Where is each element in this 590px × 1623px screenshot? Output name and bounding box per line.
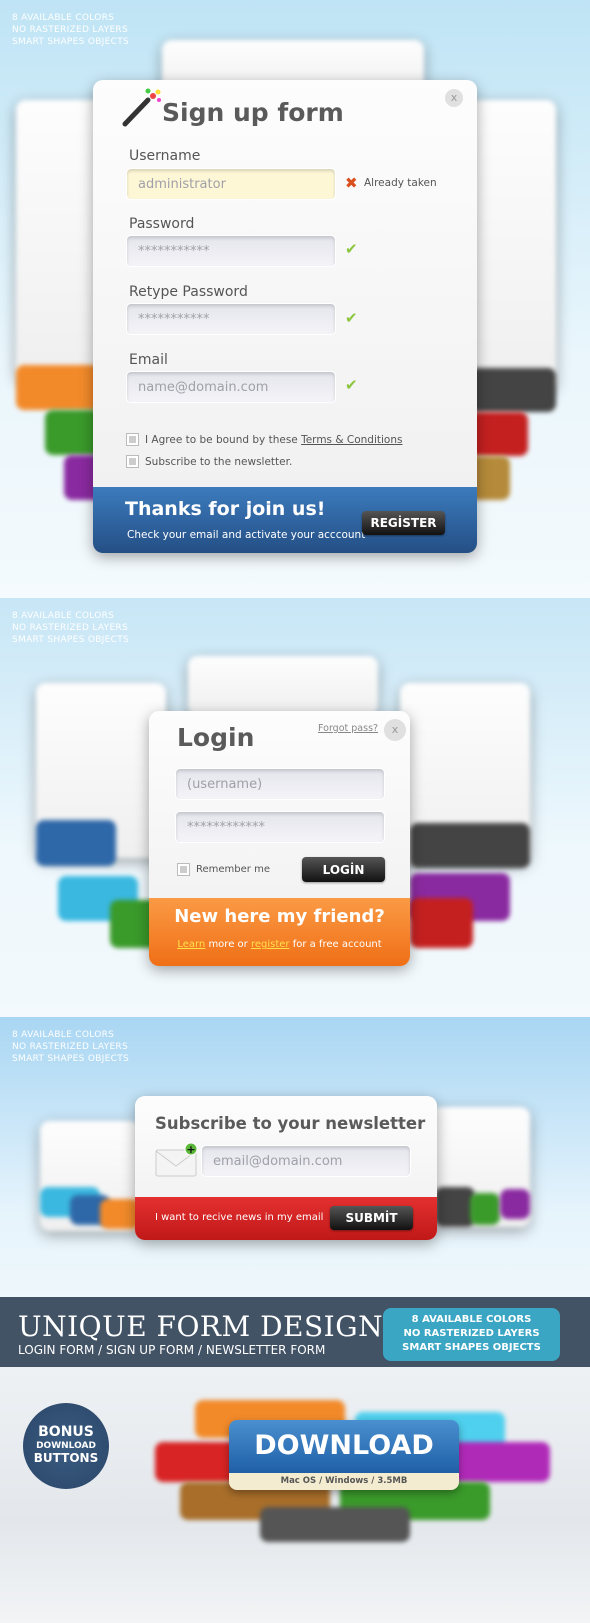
text: more or	[205, 939, 251, 950]
forgot-password-link[interactable]: Forgot pass?	[318, 723, 378, 734]
bg-card	[410, 823, 530, 868]
bonus-badge: BONUS DOWNLOAD BUTTONS	[23, 1403, 109, 1489]
banner-subtitle: LOGIN FORM / SIGN UP FORM / NEWSLETTER F…	[18, 1343, 326, 1357]
page-title: Login	[177, 723, 255, 752]
bg-card	[500, 1189, 530, 1219]
bg-card	[435, 1187, 475, 1227]
footer-text: I want to recive news in my email	[155, 1212, 324, 1223]
feature: 8 AVAILABLE COLORS	[12, 1030, 115, 1040]
agree-text: I Agree to be bound by these	[145, 434, 302, 446]
remember-label: Remember me	[196, 864, 270, 875]
footer-title: Thanks for join us!	[125, 498, 326, 520]
download-label: DOWNLOAD	[229, 1420, 459, 1473]
download-info: Mac OS / Windows / 3.5MB	[229, 1473, 459, 1490]
retype-label: Retype Password	[129, 284, 248, 300]
subscribe-checkbox[interactable]	[126, 455, 139, 468]
bg-card	[470, 368, 556, 412]
banner: UNIQUE FORM DESIGNS LOGIN FORM / SIGN UP…	[0, 1297, 590, 1367]
password-input[interactable]: ***********	[126, 235, 336, 267]
username-label: Username	[129, 148, 201, 164]
feature: 8 AVAILABLE COLORS	[411, 1314, 532, 1325]
register-button[interactable]: REGİSTER	[362, 511, 445, 535]
login-form: Login Forgot pass? x (username) ********…	[149, 711, 410, 966]
page-title: Subscribe to your newsletter	[155, 1114, 426, 1133]
footer-subtitle: Learn more or register for a free accoun…	[149, 939, 410, 950]
bonus-showcase: BONUS DOWNLOAD BUTTONS DOWNLOAD Mac OS /…	[0, 1367, 590, 1623]
feature: 8 AVAILABLE COLORS	[12, 13, 115, 23]
feature: SMART SHAPES OBJECTS	[12, 635, 130, 645]
feature: SMART SHAPES OBJECTS	[12, 1054, 130, 1064]
username-input[interactable]: (username)	[175, 768, 385, 800]
username-status: Already taken	[364, 177, 437, 189]
signup-footer: Thanks for join us! Check your email and…	[93, 487, 477, 553]
envelope-add-icon: +	[155, 1142, 198, 1177]
check-icon: ✔	[345, 309, 358, 327]
email-input[interactable]: email@domain.com	[201, 1145, 411, 1177]
login-button[interactable]: LOGİN	[302, 857, 385, 882]
login-footer: New here my friend? Learn more or regist…	[149, 898, 410, 966]
bonus-line: BONUS	[38, 1424, 94, 1440]
signup-showcase: 8 AVAILABLE COLORS NO RASTERIZED LAYERS …	[0, 0, 590, 598]
feature: NO RASTERIZED LAYERS	[12, 1042, 128, 1052]
feature-list: 8 AVAILABLE COLORS NO RASTERIZED LAYERS …	[12, 1029, 129, 1065]
register-link[interactable]: register	[251, 939, 290, 950]
agree-checkbox[interactable]	[126, 433, 139, 446]
terms-link[interactable]: Terms & Conditions	[301, 434, 402, 446]
x-mark-icon: ✖	[345, 174, 358, 192]
signup-form: Sign up form x Username administrator ✖ …	[93, 80, 477, 553]
email-input[interactable]: name@domain.com	[126, 371, 336, 403]
bg-card	[36, 820, 116, 866]
login-showcase: 8 AVAILABLE COLORS NO RASTERIZED LAYERS …	[0, 598, 590, 1017]
page-title: Sign up form	[162, 98, 344, 127]
newsletter-footer: I want to recive news in my email SUBMİT	[135, 1197, 437, 1240]
banner-title: UNIQUE FORM DESIGNS	[18, 1310, 403, 1343]
remember-checkbox[interactable]	[177, 863, 190, 876]
feature: SMART SHAPES OBJECTS	[402, 1342, 541, 1353]
magic-wand-icon	[122, 88, 161, 127]
text: for a free account	[289, 939, 382, 950]
newsletter-form: Subscribe to your newsletter + email@dom…	[135, 1096, 437, 1240]
bonus-line: BUTTONS	[33, 1451, 99, 1465]
bg-card	[470, 412, 528, 456]
feature: 8 AVAILABLE COLORS	[12, 611, 115, 621]
feature-list: 8 AVAILABLE COLORS NO RASTERIZED LAYERS …	[12, 12, 129, 48]
feature: NO RASTERIZED LAYERS	[403, 1328, 540, 1339]
bg-card	[100, 1199, 140, 1229]
username-input[interactable]: administrator	[126, 168, 336, 200]
svg-text:+: +	[186, 1143, 195, 1156]
footer-title: New here my friend?	[174, 906, 385, 927]
check-icon: ✔	[345, 376, 358, 394]
feature-list: 8 AVAILABLE COLORS NO RASTERIZED LAYERS …	[12, 610, 129, 646]
submit-button[interactable]: SUBMİT	[330, 1206, 413, 1230]
close-button[interactable]: x	[384, 719, 406, 741]
agree-label: I Agree to be bound by these Terms & Con…	[145, 434, 402, 446]
footer-subtitle: Check your email and activate your accco…	[127, 529, 366, 541]
learn-link[interactable]: Learn	[177, 939, 205, 950]
subscribe-label: Subscribe to the newsletter.	[145, 456, 293, 468]
feature: SMART SHAPES OBJECTS	[12, 37, 130, 47]
feature-badge: 8 AVAILABLE COLORS NO RASTERIZED LAYERS …	[383, 1308, 560, 1361]
newsletter-showcase: 8 AVAILABLE COLORS NO RASTERIZED LAYERS …	[0, 1017, 590, 1297]
password-label: Password	[129, 216, 195, 232]
feature: NO RASTERIZED LAYERS	[12, 25, 128, 35]
email-label: Email	[129, 352, 168, 368]
bg-button	[260, 1507, 410, 1542]
check-icon: ✔	[345, 240, 358, 258]
bg-card	[470, 100, 556, 390]
bg-card	[410, 898, 473, 948]
bg-card	[188, 656, 378, 716]
feature: NO RASTERIZED LAYERS	[12, 623, 128, 633]
close-button[interactable]: x	[445, 89, 463, 107]
retype-password-input[interactable]: ***********	[126, 303, 336, 335]
download-button[interactable]: DOWNLOAD Mac OS / Windows / 3.5MB	[229, 1420, 459, 1490]
bg-card	[470, 1193, 500, 1225]
password-input[interactable]: ************	[175, 811, 385, 843]
